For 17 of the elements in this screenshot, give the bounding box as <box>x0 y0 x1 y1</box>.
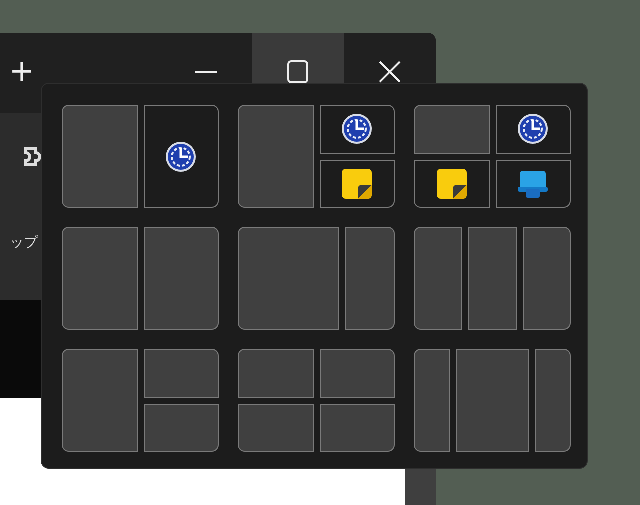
snap-zone[interactable] <box>320 160 395 208</box>
snap-zone[interactable] <box>414 160 490 208</box>
snap-zone[interactable] <box>496 105 571 154</box>
device-icon <box>518 168 548 199</box>
maximize-icon <box>287 60 309 84</box>
sticky-note-icon <box>342 168 372 199</box>
clock-icon <box>517 113 550 146</box>
sticky-note-icon <box>436 168 467 199</box>
close-icon <box>379 61 401 83</box>
new-tab-button[interactable]: + <box>0 33 44 113</box>
clock-icon <box>165 140 198 172</box>
snap-zone[interactable] <box>144 105 219 208</box>
sidebar-label: ップ <box>10 234 38 253</box>
minimize-icon <box>195 70 217 74</box>
snap-zone[interactable] <box>496 160 571 208</box>
clock-icon <box>341 113 374 146</box>
snap-zone[interactable] <box>320 105 395 154</box>
